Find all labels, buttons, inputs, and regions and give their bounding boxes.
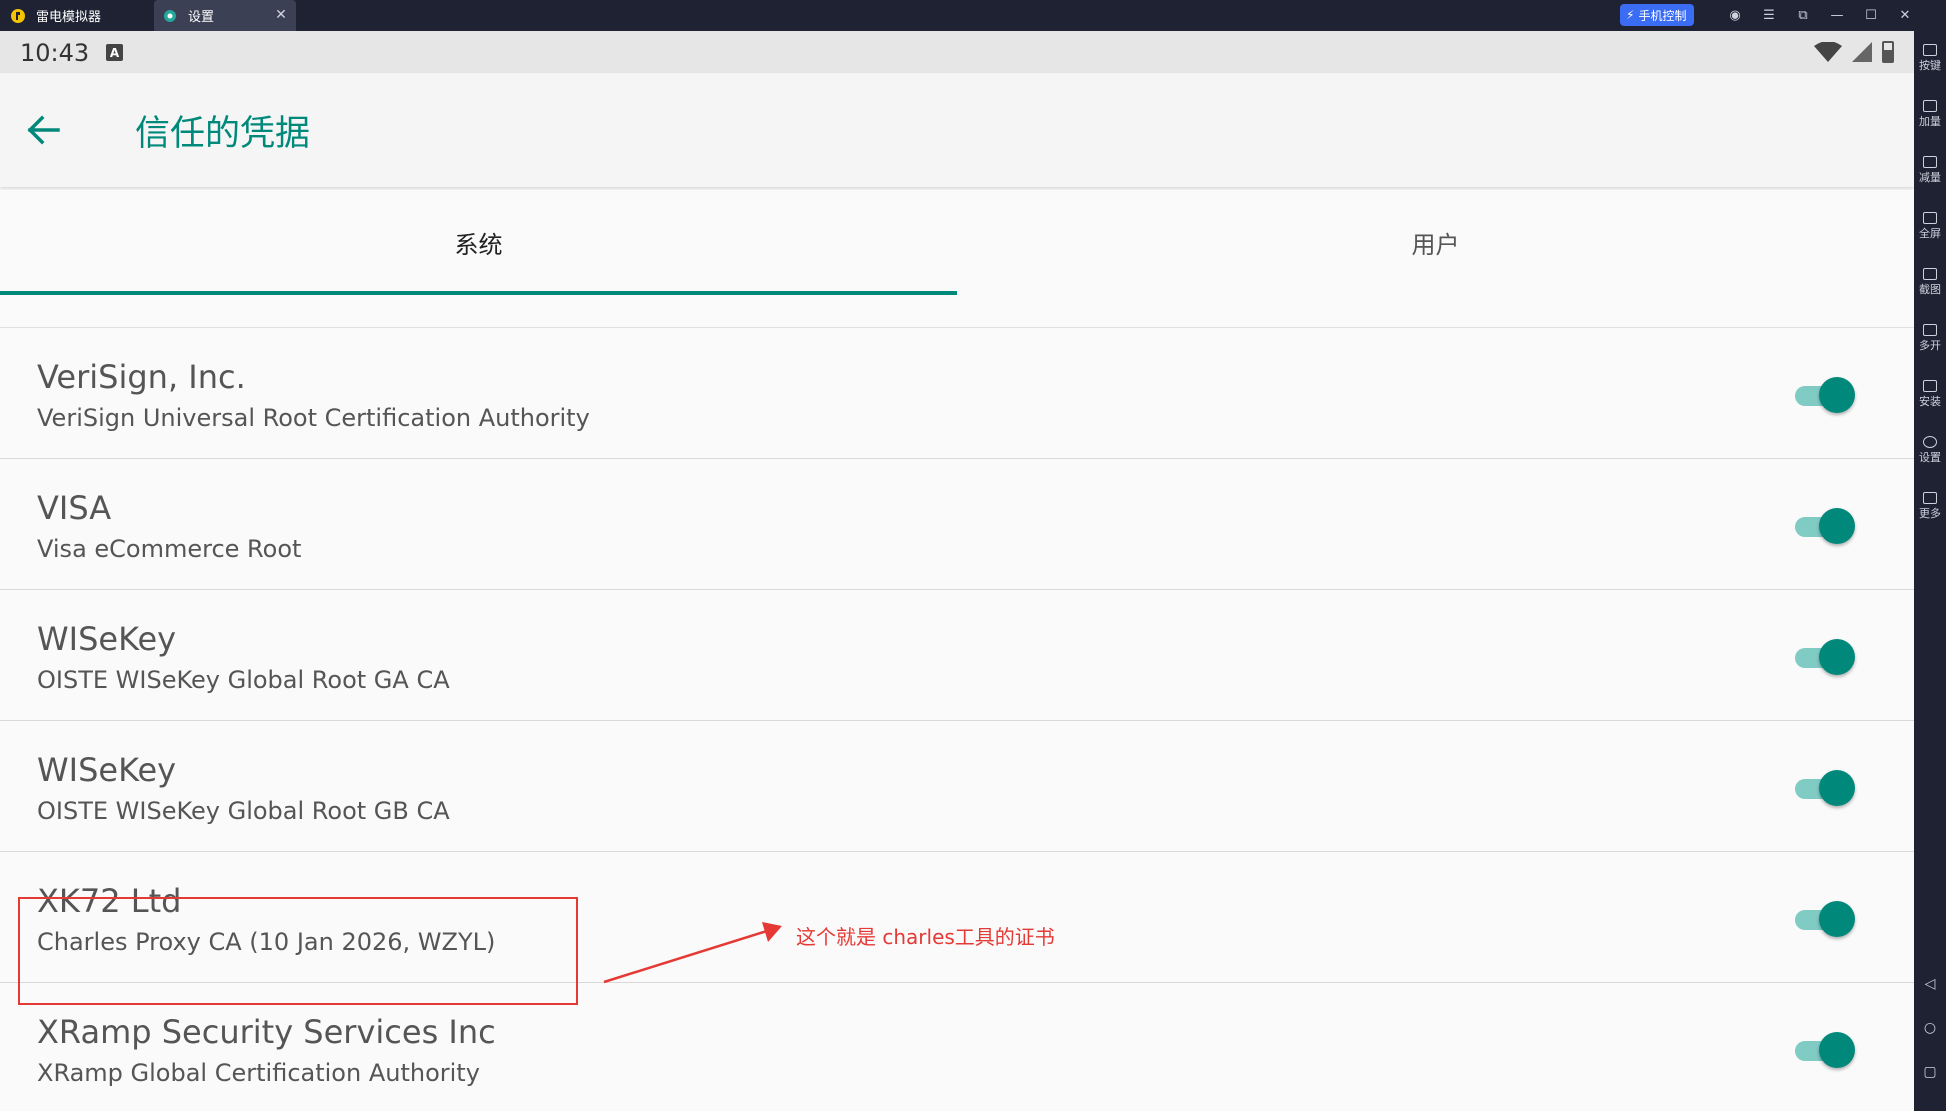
lightning-icon: ⚡ (1626, 8, 1635, 22)
tool-more[interactable]: 更多 (1914, 481, 1946, 531)
certificate-row[interactable]: VISA Visa eCommerce Root (0, 459, 1914, 590)
wifi-icon (1814, 42, 1842, 62)
phone-control-button[interactable]: ⚡ 手机控制 (1620, 4, 1695, 26)
tool-multi-instance[interactable]: 多开 (1914, 313, 1946, 363)
certificate-toggle[interactable] (1795, 901, 1855, 937)
tab-emulator-home[interactable]: 雷电模拟器 (10, 0, 150, 31)
close-tab-icon[interactable]: ✕ (272, 6, 290, 24)
multi-window-icon (1923, 324, 1937, 336)
tool-label: 加量 (1919, 115, 1941, 128)
tool-label: 更多 (1919, 507, 1941, 520)
tab-emulator-label: 雷电模拟器 (36, 10, 102, 25)
annotation-arrow-icon (603, 922, 782, 984)
certificate-toggle[interactable] (1795, 770, 1855, 806)
certificate-row-charles[interactable]: XK72 Ltd Charles Proxy CA (10 Jan 2026, … (0, 852, 1914, 983)
tab-user[interactable]: 用户 (957, 190, 1914, 328)
annotation-note: 这个就是 charles工具的证书 (796, 925, 1055, 949)
certificate-org: WISeKey (37, 620, 177, 658)
tab-indicator (0, 291, 957, 295)
toggle-thumb (1819, 508, 1855, 544)
status-clock: 10:43 (20, 39, 90, 67)
toggle-thumb (1819, 1032, 1855, 1068)
tab-settings-label: 设置 (188, 10, 215, 25)
certificate-toggle[interactable] (1795, 508, 1855, 544)
certificate-toggle[interactable] (1795, 639, 1855, 675)
certificate-row[interactable]: VeriSign, Inc. VeriSign Universal Root C… (0, 328, 1914, 459)
app-bar: 信任的凭据 (0, 73, 1914, 187)
tool-install[interactable]: 安装 (1914, 369, 1946, 419)
tab-settings[interactable]: 设置 ✕ (154, 0, 296, 31)
status-bar: 10:43 A (0, 31, 1914, 73)
tool-label: 设置 (1919, 451, 1941, 464)
phone-control-label: 手机控制 (1638, 8, 1687, 23)
certificate-row[interactable]: XRamp Security Services Inc XRamp Global… (0, 983, 1914, 1111)
close-window-icon[interactable]: ✕ (1890, 0, 1920, 31)
tool-screenshot[interactable]: 截图 (1914, 257, 1946, 307)
minimize-icon[interactable]: — (1822, 0, 1852, 31)
keyboard-icon (1923, 44, 1937, 56)
fullscreen-icon (1923, 212, 1937, 224)
certificate-name: OISTE WISeKey Global Root GB CA (37, 797, 450, 825)
battery-icon (1882, 41, 1894, 63)
certificate-list: VeriSign, Inc. VeriSign Universal Root C… (0, 328, 1914, 1111)
tool-label: 截图 (1919, 283, 1941, 296)
certificate-toggle[interactable] (1795, 1032, 1855, 1068)
certificate-org: VeriSign, Inc. (37, 358, 246, 396)
cellular-signal-icon (1852, 42, 1872, 62)
gear-icon (1923, 436, 1937, 448)
certificate-name: XRamp Global Certification Authority (37, 1059, 480, 1087)
status-icons (1814, 41, 1894, 63)
scissors-icon (1923, 268, 1937, 280)
back-arrow-icon[interactable] (26, 113, 60, 147)
more-icon (1923, 492, 1937, 504)
certificate-name: VeriSign Universal Root Certification Au… (37, 404, 590, 432)
nav-back-icon[interactable]: ◁ (1914, 967, 1946, 1001)
emulator-toolbar: 按键 加量 减量 全屏 截图 多开 安装 设置 更多 ◁ ○ ▢ (1914, 31, 1946, 1111)
tool-label: 安装 (1919, 395, 1941, 408)
toggle-thumb (1819, 377, 1855, 413)
certificate-org: XRamp Security Services Inc (37, 1013, 496, 1051)
tool-volume-up[interactable]: 加量 (1914, 89, 1946, 139)
install-icon (1923, 380, 1937, 392)
menu-icon[interactable]: ☰ (1754, 0, 1784, 31)
nav-home-icon[interactable]: ○ (1914, 1011, 1946, 1045)
leidian-logo-icon (10, 8, 26, 24)
toggle-thumb (1819, 901, 1855, 937)
keyboard-indicator-icon: A (106, 44, 123, 61)
certificate-name: Visa eCommerce Root (37, 535, 302, 563)
tool-label: 全屏 (1919, 227, 1941, 240)
emulator-titlebar: 雷电模拟器 设置 ✕ ⚡ 手机控制 ◉ ☰ ⧉ — ☐ ✕ (0, 0, 1946, 31)
certificate-org: WISeKey (37, 751, 177, 789)
page-title: 信任的凭据 (135, 114, 311, 154)
volume-up-icon (1923, 100, 1937, 112)
certificate-org: VISA (37, 489, 112, 527)
certificate-toggle[interactable] (1795, 377, 1855, 413)
credential-tabs: 系统 用户 (0, 190, 1914, 328)
popout-icon[interactable]: ⧉ (1788, 0, 1818, 31)
settings-gear-icon (162, 8, 178, 24)
tool-settings[interactable]: 设置 (1914, 425, 1946, 475)
tool-label: 减量 (1919, 171, 1941, 184)
volume-down-icon (1923, 156, 1937, 168)
emulator-window: 雷电模拟器 设置 ✕ ⚡ 手机控制 ◉ ☰ ⧉ — ☐ ✕ 10:43 A 信任… (0, 0, 1946, 1111)
android-screen: 10:43 A 信任的凭据 系统 用户 VeriSign, Inc. VeriS… (0, 31, 1914, 1111)
tool-keymap[interactable]: 按键 (1914, 33, 1946, 83)
certificate-name: Charles Proxy CA (10 Jan 2026, WZYL) (37, 928, 496, 956)
nav-recents-icon[interactable]: ▢ (1914, 1055, 1946, 1089)
toggle-thumb (1819, 639, 1855, 675)
maximize-icon[interactable]: ☐ (1856, 0, 1886, 31)
tab-system[interactable]: 系统 (0, 190, 957, 328)
certificate-row[interactable]: WISeKey OISTE WISeKey Global Root GA CA (0, 590, 1914, 721)
certificate-org: XK72 Ltd (37, 882, 182, 920)
tool-fullscreen[interactable]: 全屏 (1914, 201, 1946, 251)
toggle-thumb (1819, 770, 1855, 806)
tool-label: 按键 (1919, 59, 1941, 72)
tool-volume-down[interactable]: 减量 (1914, 145, 1946, 195)
account-icon[interactable]: ◉ (1720, 0, 1750, 31)
tool-label: 多开 (1919, 339, 1941, 352)
certificate-row[interactable]: WISeKey OISTE WISeKey Global Root GB CA (0, 721, 1914, 852)
certificate-name: OISTE WISeKey Global Root GA CA (37, 666, 450, 694)
